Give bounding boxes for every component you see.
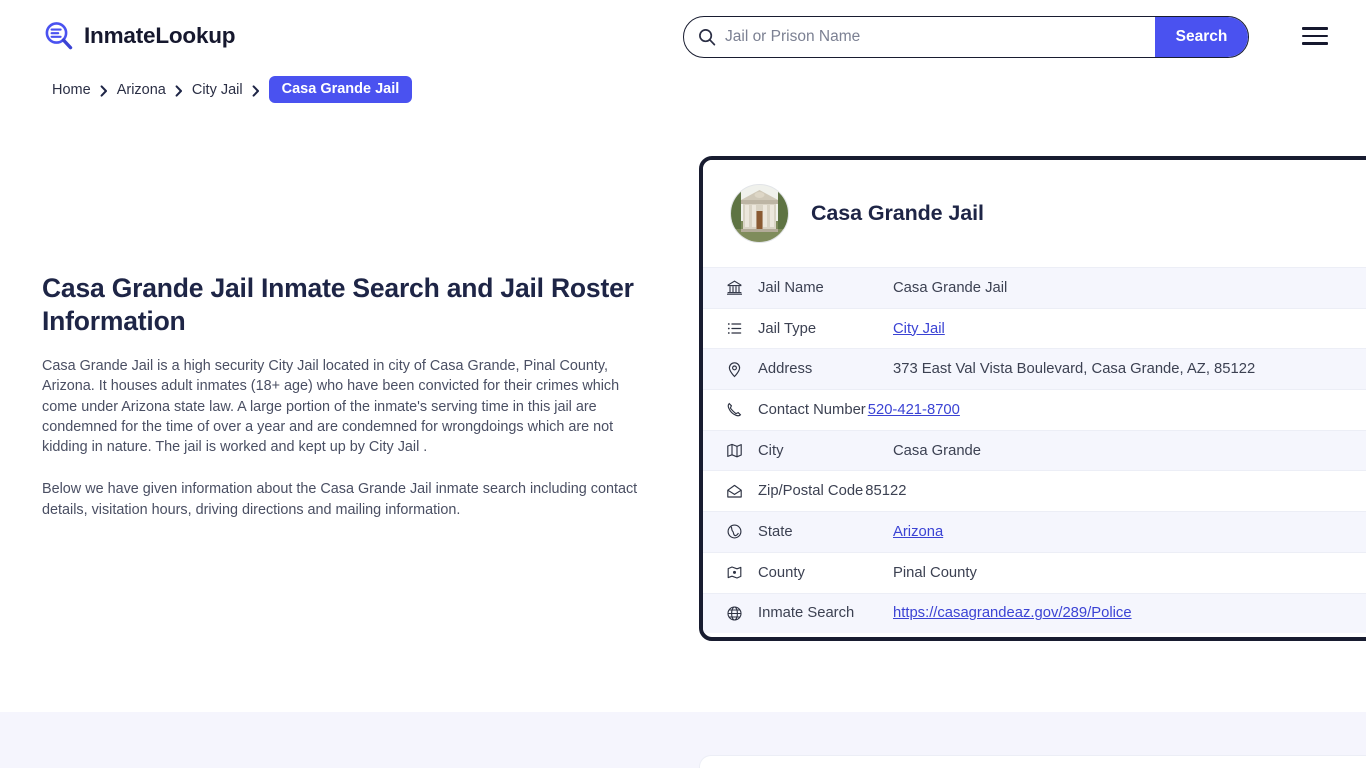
burger-line [1302, 42, 1328, 45]
bank-icon [725, 278, 744, 297]
row-label: State [758, 523, 793, 540]
lower-card-peek [699, 755, 1366, 768]
magnifier-list-icon [42, 19, 76, 53]
page-root: InmateLookup Search Home Arizona [0, 0, 1366, 768]
row-label: Jail Type [758, 320, 817, 337]
breadcrumb-item-city-jail[interactable]: City Jail [192, 82, 243, 98]
row-label: County [758, 564, 805, 581]
jail-info-card-header: Casa Grande Jail [703, 160, 1366, 267]
row-value: Pinal County [893, 564, 977, 581]
chevron-right-icon [175, 84, 183, 97]
table-row: City Casa Grande [703, 429, 1366, 471]
row-value-link[interactable]: Arizona [893, 524, 943, 540]
table-row: Jail Type City Jail [703, 307, 1366, 349]
site-header: InmateLookup Search [0, 0, 1366, 74]
page-title: Casa Grande Jail Inmate Search and Jail … [42, 273, 634, 336]
county-map-icon [725, 563, 744, 582]
row-label: Zip/Postal Code [758, 483, 864, 500]
jail-card-title: Casa Grande Jail [811, 201, 984, 225]
site-logo[interactable]: InmateLookup [42, 19, 236, 53]
table-row: Zip/Postal Code 85122 [703, 470, 1366, 512]
map-icon [725, 441, 744, 460]
table-row: Address 373 East Val Vista Boulevard, Ca… [703, 348, 1366, 390]
burger-line [1302, 34, 1328, 38]
table-row: Inmate Search https://casagrandeaz.gov/2… [703, 592, 1366, 634]
row-value: 85122 [865, 483, 907, 500]
breadcrumb: Home Arizona City Jail Casa Grande Jail [52, 76, 413, 103]
brand-name: InmateLookup [84, 23, 236, 48]
row-value-link[interactable]: https://casagrandeaz.gov/289/Police [893, 605, 1132, 621]
courthouse-photo [730, 184, 789, 243]
burger-line [1302, 27, 1328, 30]
table-row: Contact Number 520-421-8700 [703, 389, 1366, 430]
map-pin-icon [725, 360, 744, 379]
table-row: State Arizona [703, 511, 1366, 552]
row-label: City [758, 442, 784, 459]
intro-paragraph: Casa Grande Jail is a high security City… [42, 358, 620, 456]
chevron-right-icon [252, 84, 260, 97]
breadcrumb-item-home[interactable]: Home [52, 82, 91, 98]
globe-state-icon [725, 522, 744, 541]
globe-icon [725, 604, 744, 623]
row-value: Casa Grande Jail [893, 279, 1008, 296]
search-icon [698, 28, 716, 46]
secondary-paragraph: Below we have given information about th… [42, 481, 638, 518]
search-bar[interactable]: Search [683, 16, 1249, 58]
hamburger-menu-icon[interactable] [1302, 25, 1328, 47]
breadcrumb-item-arizona[interactable]: Arizona [117, 82, 166, 98]
row-value: Casa Grande [893, 442, 982, 459]
row-label: Address [758, 361, 813, 378]
chevron-right-icon [100, 84, 108, 97]
table-row: County Pinal County [703, 551, 1366, 593]
table-row: Jail Name Casa Grande Jail [703, 267, 1366, 308]
row-label: Jail Name [758, 279, 824, 296]
breadcrumb-current: Casa Grande Jail [268, 76, 413, 103]
row-value-link[interactable]: City Jail [893, 321, 945, 337]
jail-info-card: Casa Grande Jail Jail Name Casa Grande J… [699, 156, 1366, 641]
article-column: Casa Grande Jail Inmate Search and Jail … [42, 272, 642, 520]
search-input[interactable] [716, 17, 1155, 57]
jail-details-table: Jail Name Casa Grande Jail Jail Type Cit… [703, 267, 1366, 634]
phone-icon [725, 400, 744, 419]
envelope-icon [725, 482, 744, 501]
row-label: Inmate Search [758, 605, 855, 622]
row-value-link[interactable]: 520-421-8700 [868, 402, 960, 418]
search-button[interactable]: Search [1155, 17, 1248, 57]
row-label: Contact Number [758, 401, 866, 418]
list-icon [725, 319, 744, 338]
row-value: 373 East Val Vista Boulevard, Casa Grand… [893, 361, 1256, 378]
